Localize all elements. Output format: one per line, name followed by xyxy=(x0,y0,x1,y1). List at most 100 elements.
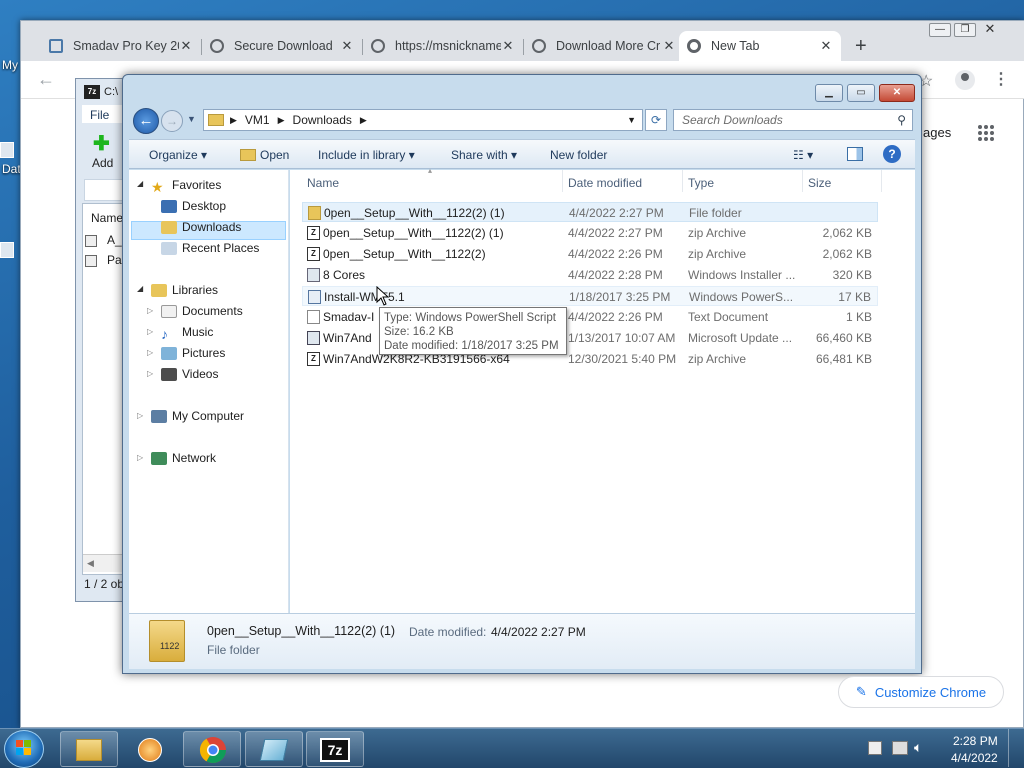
powershell-script-icon xyxy=(308,290,321,304)
sort-indicator-icon: ▴ xyxy=(428,166,433,175)
desktop-icon-label[interactable]: Dat xyxy=(2,162,21,176)
collapse-arrow-icon[interactable]: ▷ xyxy=(147,348,153,357)
back-arrow-icon[interactable]: ← xyxy=(133,108,159,134)
include-in-library-button[interactable]: Include in library ▾ xyxy=(318,148,415,162)
open-button[interactable]: Open xyxy=(260,148,289,162)
close-tab-icon[interactable]: ✕ xyxy=(501,38,515,54)
column-header-date[interactable]: Date modified xyxy=(568,176,642,190)
search-input[interactable]: Search Downloads ⚲ xyxy=(673,109,913,131)
nav-recent-places[interactable]: Recent Places xyxy=(161,241,259,255)
nav-libraries[interactable]: Libraries xyxy=(151,283,218,297)
nav-music[interactable]: ♪ Music xyxy=(161,325,213,342)
text-document-icon xyxy=(307,310,320,324)
close-tab-icon[interactable]: ✕ xyxy=(340,38,354,54)
desktop-icon[interactable] xyxy=(0,242,14,258)
ntp-images-link[interactable]: ages xyxy=(923,125,951,140)
breadcrumb-vm1[interactable]: VM1 xyxy=(245,113,270,127)
clock-date[interactable]: 4/4/2022 xyxy=(951,751,998,765)
taskbar-7zip[interactable]: 7z xyxy=(306,731,364,767)
back-arrow-icon[interactable]: ← xyxy=(37,69,55,90)
file-row[interactable]: Z 0pen__Setup__With__1122(2) 4/4/2022 2:… xyxy=(302,244,878,264)
show-desktop-button[interactable] xyxy=(1008,729,1022,767)
forward-arrow-icon[interactable]: → xyxy=(161,110,183,132)
breadcrumb-chevron-icon[interactable]: ▶ xyxy=(278,115,285,126)
close-window-button[interactable]: ✕ xyxy=(879,84,915,102)
breadcrumb-chevron-icon[interactable]: ▶ xyxy=(230,115,237,126)
nav-documents[interactable]: Documents xyxy=(161,304,243,318)
taskbar-media-player[interactable] xyxy=(121,731,179,767)
volume-icon[interactable]: 🔈︎ xyxy=(914,739,922,756)
chrome-menu-icon[interactable]: ⋮ xyxy=(993,69,1009,89)
apps-grid-icon[interactable] xyxy=(977,124,995,142)
tab-new-tab[interactable]: New Tab ✕ xyxy=(679,31,841,61)
file-row[interactable]: 0pen__Setup__With__1122(2) (1) 4/4/2022 … xyxy=(302,202,878,222)
breadcrumb-chevron-icon[interactable]: ▶ xyxy=(360,115,367,126)
minimize-button[interactable]: — xyxy=(929,23,951,37)
close-tab-icon[interactable]: ✕ xyxy=(662,38,676,54)
column-header-type[interactable]: Type xyxy=(688,176,714,190)
view-options-icon[interactable]: ☷ ▾ xyxy=(793,148,813,162)
close-tab-icon[interactable]: ✕ xyxy=(819,38,833,54)
address-dropdown-icon[interactable]: ▼ xyxy=(627,115,636,125)
maximize-button[interactable]: ▭ xyxy=(847,84,875,102)
desktop-icon[interactable] xyxy=(0,142,14,158)
search-icon[interactable]: ⚲ xyxy=(897,113,906,127)
maximize-button[interactable]: ❐ xyxy=(954,23,976,37)
tab-download-more[interactable]: Download More Cr ✕ xyxy=(524,31,684,61)
collapse-arrow-icon[interactable]: ▷ xyxy=(137,453,143,462)
new-tab-button[interactable]: + xyxy=(855,35,867,58)
nav-network[interactable]: Network xyxy=(151,451,216,465)
preview-pane-icon[interactable] xyxy=(847,147,863,161)
tab-msnicknames[interactable]: https://msnicknames ✕ xyxy=(363,31,523,61)
file-row[interactable]: 8 Cores 4/4/2022 2:28 PM Windows Install… xyxy=(302,265,878,285)
refresh-icon[interactable]: ⟳ xyxy=(645,109,667,131)
network-tray-icon[interactable] xyxy=(892,741,908,755)
sevenzip-name-header[interactable]: Name xyxy=(91,211,123,225)
customize-chrome-button[interactable]: ✎ Customize Chrome xyxy=(838,676,1004,708)
start-button[interactable] xyxy=(4,730,44,768)
collapse-arrow-icon[interactable]: ▷ xyxy=(137,411,143,420)
column-header-size[interactable]: Size xyxy=(808,176,831,190)
close-window-button[interactable]: ✕ xyxy=(979,22,1001,37)
nav-desktop[interactable]: Desktop xyxy=(161,199,226,213)
expand-icon[interactable]: ◢ xyxy=(137,179,143,188)
videos-icon xyxy=(161,367,177,381)
expand-icon[interactable]: ◢ xyxy=(137,284,143,293)
nav-my-computer[interactable]: My Computer xyxy=(151,409,244,423)
tab-secure-download[interactable]: Secure Download ✕ xyxy=(202,31,362,61)
action-center-flag-icon[interactable] xyxy=(868,741,882,755)
address-bar[interactable]: ▶ VM1 ▶ Downloads ▶ ▼ xyxy=(203,109,643,131)
collapse-arrow-icon[interactable]: ▷ xyxy=(147,306,153,315)
tab-title: New Tab xyxy=(711,39,760,53)
nav-favorites[interactable]: ★ Favorites xyxy=(151,178,221,195)
nav-downloads[interactable]: Downloads xyxy=(161,220,241,234)
new-folder-button[interactable]: New folder xyxy=(550,148,607,162)
taskbar-chrome[interactable] xyxy=(183,731,241,767)
add-plus-icon[interactable]: ✚ xyxy=(93,131,110,156)
tab-smadav[interactable]: Smadav Pro Key 2022 ✕ xyxy=(41,31,201,61)
minimize-button[interactable]: ▁ xyxy=(815,84,843,102)
nav-pictures[interactable]: Pictures xyxy=(161,346,225,360)
collapse-arrow-icon[interactable]: ▷ xyxy=(147,369,153,378)
sevenzip-add-label[interactable]: Add xyxy=(92,156,113,170)
close-tab-icon[interactable]: ✕ xyxy=(179,38,193,54)
organize-button[interactable]: Organize ▾ xyxy=(149,148,207,162)
column-header-name[interactable]: Name xyxy=(307,176,339,190)
share-with-button[interactable]: Share with ▾ xyxy=(451,148,517,162)
help-icon[interactable]: ? xyxy=(883,145,901,163)
sevenzip-row[interactable]: A_ xyxy=(107,233,122,247)
nav-videos[interactable]: Videos xyxy=(161,367,218,381)
sevenzip-file-menu[interactable]: File xyxy=(90,108,109,122)
open-folder-icon xyxy=(240,149,256,161)
recent-pages-chevron-icon[interactable]: ▼ xyxy=(187,114,196,124)
taskbar-notepad[interactable] xyxy=(245,731,303,767)
tab-title: Download More Cr xyxy=(556,39,661,53)
file-row[interactable]: Z 0pen__Setup__With__1122(2) (1) 4/4/202… xyxy=(302,223,878,243)
clock-time[interactable]: 2:28 PM xyxy=(953,734,998,748)
collapse-arrow-icon[interactable]: ▷ xyxy=(147,327,153,336)
desktop-icon-label[interactable]: My xyxy=(2,58,18,72)
taskbar-explorer[interactable] xyxy=(60,731,118,767)
network-icon xyxy=(151,451,167,465)
profile-avatar[interactable] xyxy=(955,70,975,90)
breadcrumb-downloads[interactable]: Downloads xyxy=(293,113,352,127)
